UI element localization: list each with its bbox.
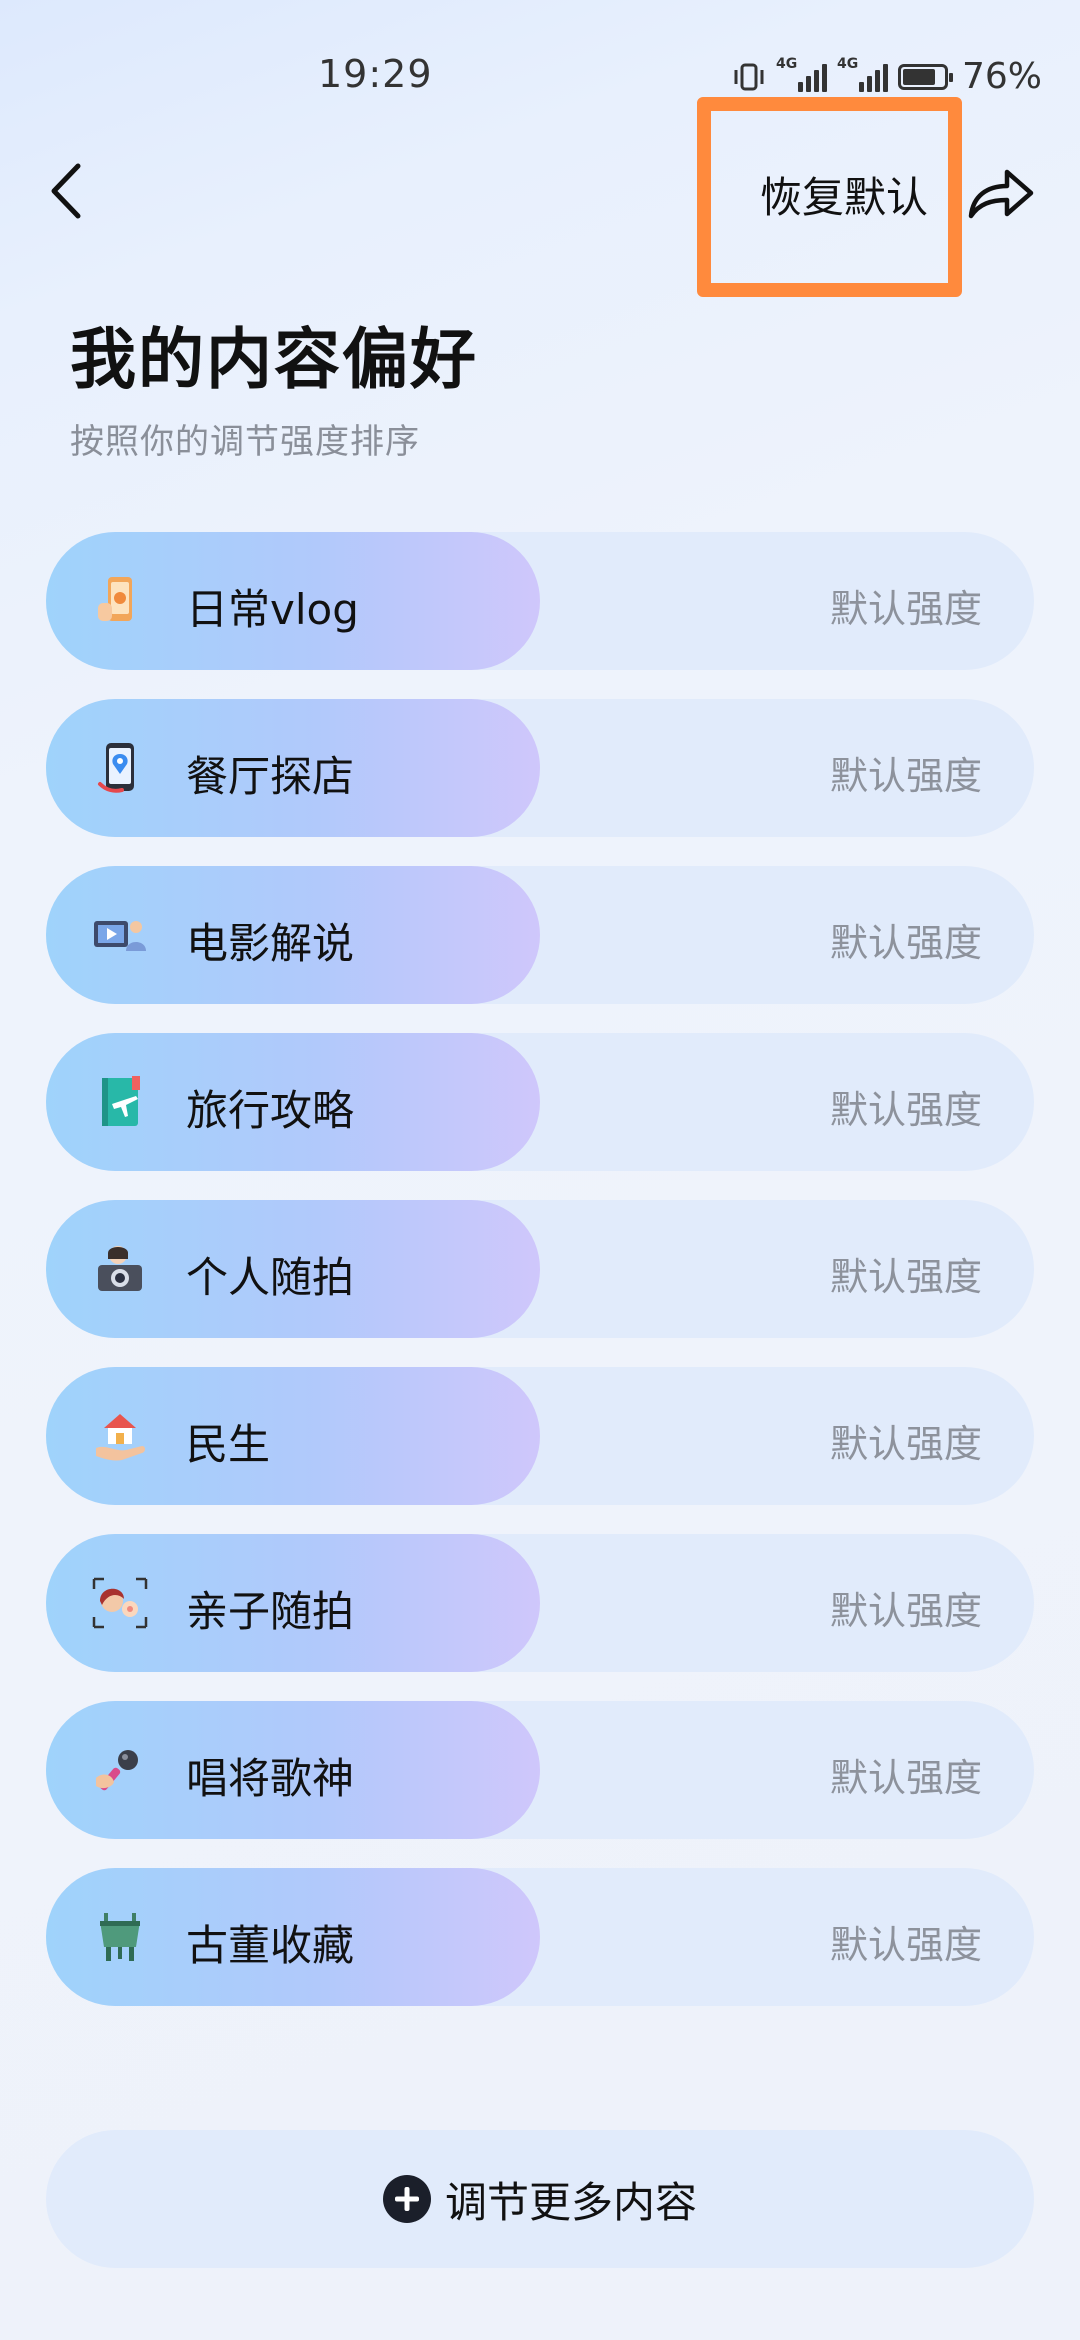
share-arrow-icon	[968, 169, 1034, 219]
preference-level: 默认强度	[829, 754, 982, 798]
preference-row[interactable]: 亲子随拍 默认强度	[46, 1534, 1034, 1672]
movie-presenter-icon	[94, 921, 146, 951]
vibrate-icon	[734, 63, 764, 90]
house-in-hand-icon	[96, 1414, 145, 1461]
preference-level: 默认强度	[829, 1923, 982, 1967]
page-title: 我的内容偏好	[70, 321, 478, 398]
microphone-icon	[96, 1750, 138, 1791]
preference-label: 亲子随拍	[186, 1587, 355, 1636]
preference-label: 古董收藏	[186, 1921, 355, 1970]
preference-level: 默认强度	[829, 921, 982, 965]
network-type-label: 4G	[836, 55, 859, 72]
preference-row[interactable]: 古董收藏 默认强度	[46, 1868, 1034, 2006]
preference-label: 日常vlog	[186, 585, 359, 634]
signal-icon: 4G	[837, 56, 888, 92]
preference-row[interactable]: 旅行攻略 默认强度	[46, 1033, 1034, 1171]
preference-row[interactable]: 个人随拍 默认强度	[46, 1200, 1034, 1338]
parent-child-icon	[92, 1577, 148, 1629]
preference-label: 旅行攻略	[186, 1086, 355, 1135]
preference-row[interactable]: 餐厅探店 默认强度	[46, 699, 1034, 837]
signal-icon: 4G	[776, 56, 827, 92]
battery-percent: 76%	[961, 56, 1042, 97]
preference-label: 餐厅探店	[186, 752, 355, 801]
travel-guide-book-icon	[102, 1076, 140, 1126]
preference-label: 电影解说	[186, 919, 355, 968]
preference-level: 默认强度	[829, 1589, 982, 1633]
status-time: 19:29	[318, 52, 433, 96]
preference-label: 唱将歌神	[186, 1754, 355, 1803]
adjust-more-label: 调节更多内容	[444, 2177, 697, 2227]
status-icons: 4G 4G 76%	[732, 56, 1042, 97]
page-subtitle: 按照你的调节强度排序	[70, 422, 420, 462]
preference-row[interactable]: 日常vlog 默认强度	[46, 532, 1034, 670]
vlog-phone-icon	[98, 577, 132, 621]
preference-row[interactable]: 唱将歌神 默认强度	[46, 1701, 1034, 1839]
preference-level: 默认强度	[829, 1422, 982, 1466]
restaurant-map-pin-icon	[98, 743, 134, 793]
adjust-more-button[interactable]: 调节更多内容	[46, 2130, 1034, 2268]
preference-level: 默认强度	[829, 1756, 982, 1800]
preference-list: 日常vlog 默认强度 餐厅探店 默认强度 电影解说 默认强度 旅行攻略 默认强…	[46, 532, 1034, 2035]
preference-label: 民生	[186, 1420, 271, 1469]
preference-label: 个人随拍	[186, 1253, 355, 1302]
preference-level: 默认强度	[829, 1255, 982, 1299]
preference-row[interactable]: 电影解说 默认强度	[46, 866, 1034, 1004]
camera-portrait-icon	[98, 1246, 142, 1291]
preference-level: 默认强度	[829, 587, 982, 631]
preference-row[interactable]: 民生 默认强度	[46, 1367, 1034, 1505]
preference-level: 默认强度	[829, 1088, 982, 1132]
battery-icon	[897, 63, 953, 90]
chevron-left-icon	[51, 163, 81, 219]
plus-circle-icon	[382, 2175, 431, 2223]
bronze-vessel-icon	[100, 1913, 140, 1961]
network-type-label: 4G	[775, 55, 798, 72]
back-button[interactable]	[40, 155, 92, 227]
restore-default-button[interactable]: 恢复默认	[760, 164, 928, 225]
share-button[interactable]	[965, 160, 1037, 226]
